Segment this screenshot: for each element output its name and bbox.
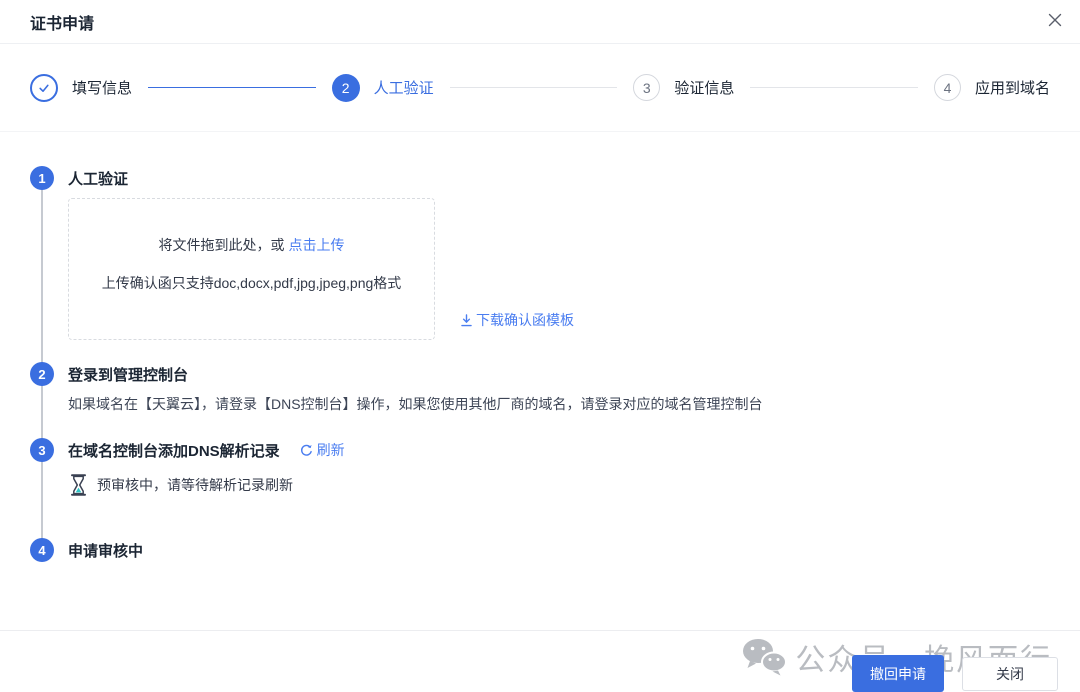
dialog-header: 证书申请	[0, 0, 1080, 44]
upload-row: 将文件拖到此处，或点击上传 上传确认函只支持doc,docx,pdf,jpg,j…	[68, 198, 1050, 340]
process-step-login-console: 2 登录到管理控制台	[30, 362, 1050, 386]
certificate-apply-dialog: 证书申请 填写信息 2 人工验证 3 验证信息 4 应用到域名	[0, 0, 1080, 692]
refresh-link[interactable]: 刷新	[300, 440, 345, 460]
wechat-icon	[741, 637, 787, 677]
stepper-step-apply-domain: 4 应用到域名	[934, 74, 1050, 101]
download-template-link[interactable]: 下载确认函模板	[460, 310, 574, 330]
stepper-label: 填写信息	[72, 77, 132, 98]
file-dropzone[interactable]: 将文件拖到此处，或点击上传 上传确认函只支持doc,docx,pdf,jpg,j…	[68, 198, 435, 340]
dropzone-text: 将文件拖到此处，或点击上传	[69, 235, 434, 255]
stepper-connector	[450, 87, 618, 88]
page-title: 证书申请	[30, 10, 94, 34]
progress-stepper: 填写信息 2 人工验证 3 验证信息 4 应用到域名	[0, 44, 1080, 132]
upload-format-hint: 上传确认函只支持doc,docx,pdf,jpg,jpeg,png格式	[69, 273, 434, 293]
process-step-number: 1	[30, 166, 54, 190]
refresh-label: 刷新	[317, 440, 345, 460]
stepper-step-fill-info: 填写信息	[30, 74, 132, 102]
step-number-badge: 3	[633, 74, 660, 101]
process-step-title: 申请审核中	[68, 540, 143, 561]
process-step-manual-verify: 1 人工验证	[30, 166, 1050, 190]
hourglass-icon	[70, 474, 87, 496]
close-dialog-button[interactable]: 关闭	[962, 657, 1058, 691]
step-number-badge: 2	[332, 74, 360, 102]
withdraw-application-button[interactable]: 撤回申请	[852, 655, 944, 692]
dropzone-drag-text: 将文件拖到此处，或	[159, 237, 285, 253]
step-number-badge: 4	[934, 74, 961, 101]
download-template-label: 下载确认函模板	[476, 310, 574, 330]
process-step-title: 人工验证	[68, 168, 128, 189]
download-icon	[460, 314, 473, 327]
process-step-add-dns: 3 在域名控制台添加DNS解析记录 刷新	[30, 438, 1050, 462]
click-upload-link[interactable]: 点击上传	[289, 237, 345, 253]
stepper-label: 验证信息	[674, 77, 734, 98]
close-icon[interactable]	[1046, 11, 1064, 29]
check-icon	[30, 74, 58, 102]
process-step-number: 4	[30, 538, 54, 562]
stepper-connector-done	[148, 87, 316, 88]
process-step-description: 如果域名在【天翼云】，请登录【DNS控制台】操作，如果您使用其他厂商的域名，请登…	[68, 394, 1050, 414]
stepper-label: 应用到域名	[975, 77, 1050, 98]
process-panel: 1 人工验证 将文件拖到此处，或点击上传 上传确认函只支持doc,docx,pd…	[0, 132, 1080, 562]
dns-precheck-status: 预审核中，请等待解析记录刷新	[70, 474, 1050, 496]
stepper-step-verify-info: 3 验证信息	[633, 74, 734, 101]
stepper-label: 人工验证	[374, 77, 434, 98]
process-step-number: 3	[30, 438, 54, 462]
process-step-title: 在域名控制台添加DNS解析记录	[68, 440, 280, 461]
close-x-glyph	[1048, 13, 1062, 27]
status-text: 预审核中，请等待解析记录刷新	[97, 475, 293, 495]
stepper-step-manual-verify: 2 人工验证	[332, 74, 434, 102]
stepper-connector	[750, 87, 918, 88]
refresh-icon	[300, 444, 313, 457]
dialog-footer: 公众号 · 挽风而行 撤回申请 关闭	[0, 630, 1080, 692]
process-step-title: 登录到管理控制台	[68, 364, 188, 385]
process-step-number: 2	[30, 362, 54, 386]
check-glyph	[37, 81, 51, 95]
process-step-under-review: 4 申请审核中	[30, 538, 1050, 562]
